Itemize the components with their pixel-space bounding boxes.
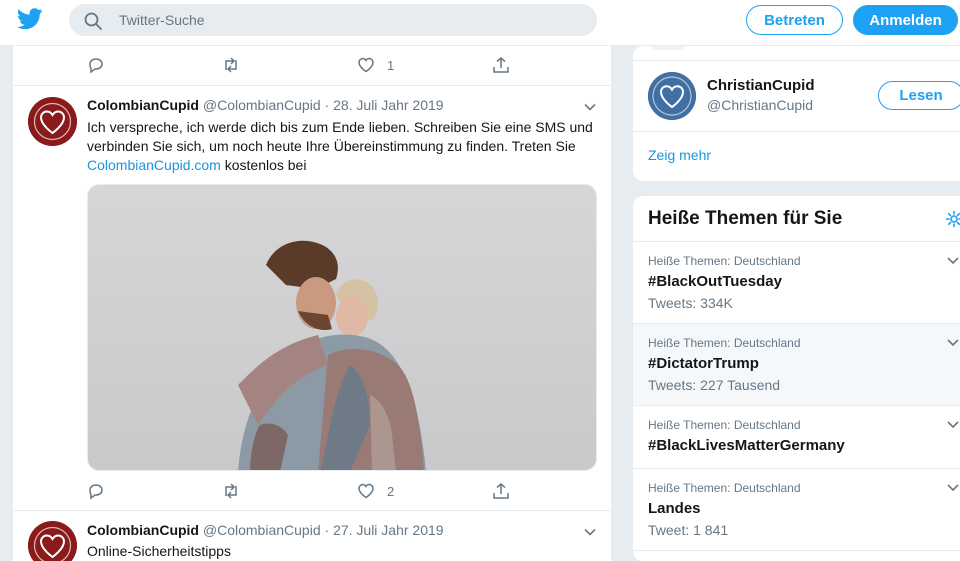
account-handle: @ChristianCupid xyxy=(707,97,814,113)
couple-photo xyxy=(88,185,596,470)
tweet[interactable]: ColombianCupid @ColombianCupid · 28. Jul… xyxy=(13,86,611,511)
who-to-follow-card: ChristianCupid @ChristianCupid Lesen Zei… xyxy=(633,46,960,181)
retweet-button[interactable] xyxy=(222,482,357,500)
gear-icon[interactable] xyxy=(945,210,960,228)
chevron-down-icon[interactable] xyxy=(946,255,960,267)
chevron-down-icon[interactable] xyxy=(946,419,960,431)
tweet-actions: 1 xyxy=(87,56,611,74)
heart-icon xyxy=(358,483,374,499)
trend-name[interactable]: #BlackLivesMatterGermany xyxy=(648,437,845,454)
tweet[interactable]: ColombianCupid @ColombianCupid · 27. Jul… xyxy=(13,511,611,561)
avatar[interactable] xyxy=(28,97,77,146)
heart-icon xyxy=(358,57,374,73)
show-more-link[interactable]: Zeig mehr xyxy=(648,147,711,163)
tweet-header: ColombianCupid @ColombianCupid · 27. Jul… xyxy=(87,522,444,538)
trend-count: Tweets: 334K xyxy=(648,295,733,311)
tweet-image[interactable] xyxy=(87,184,597,471)
trend-context: Heiße Themen: Deutschland xyxy=(648,418,801,432)
user-handle[interactable]: @ColombianCupid xyxy=(203,97,321,113)
trend-context: Heiße Themen: Deutschland xyxy=(648,336,801,350)
heart-logo-icon xyxy=(28,521,77,561)
tweet-text: Ich verspreche, ich werde dich bis zum E… xyxy=(87,119,593,173)
trend-item[interactable]: Heiße Themen: Deutschland #DictatorTrump… xyxy=(633,323,960,405)
reply-button[interactable] xyxy=(87,482,222,500)
trend-item[interactable]: Heiße Themen: Deutschland #BlackOutTuesd… xyxy=(633,241,960,323)
like-count: 1 xyxy=(387,57,395,73)
trend-name[interactable]: #BlackOutTuesday xyxy=(648,273,782,290)
tweet-text: Online-Sicherheitstipps xyxy=(87,543,231,559)
like-button[interactable]: 2 xyxy=(357,482,492,500)
tweet-header: ColombianCupid @ColombianCupid · 28. Jul… xyxy=(87,97,444,113)
separator: · xyxy=(324,97,330,113)
user-name[interactable]: ColombianCupid xyxy=(87,522,199,538)
trend-name[interactable]: Landes xyxy=(648,500,701,517)
reply-icon xyxy=(89,58,103,74)
follow-button[interactable]: Lesen xyxy=(878,81,960,110)
signup-button[interactable]: Anmelden xyxy=(853,5,958,35)
trend-count: Tweets: 227 Tausend xyxy=(648,377,781,393)
like-button[interactable]: 1 xyxy=(357,56,492,74)
heart-logo-icon xyxy=(28,97,77,146)
share-button[interactable] xyxy=(492,56,611,74)
timeline: 1 ColombianCupid @ColombianCupid · 28. J… xyxy=(12,46,612,561)
retweet-button[interactable] xyxy=(222,56,357,74)
tweet-actions: 2 xyxy=(87,482,611,500)
user-name[interactable]: ColombianCupid xyxy=(87,97,199,113)
trend-name[interactable]: #DictatorTrump xyxy=(648,355,759,372)
divider xyxy=(633,550,960,551)
trend-item[interactable]: Heiße Themen: Deutschland Landes Tweet: … xyxy=(633,468,960,550)
divider xyxy=(633,131,960,132)
suggested-account[interactable]: ChristianCupid @ChristianCupid Lesen xyxy=(633,61,960,131)
trend-item[interactable]: Heiße Themen: Deutschland #BlackLivesMat… xyxy=(633,405,960,468)
account-name[interactable]: ChristianCupid xyxy=(707,77,815,94)
share-icon xyxy=(493,483,509,499)
top-bar: Betreten Anmelden xyxy=(0,0,960,46)
previous-avatar-fragment xyxy=(648,46,688,50)
chevron-down-icon[interactable] xyxy=(946,337,960,349)
twitter-bird-icon[interactable] xyxy=(17,8,43,30)
reply-button[interactable] xyxy=(87,56,222,74)
avatar[interactable] xyxy=(648,72,696,120)
like-count: 2 xyxy=(387,483,395,499)
user-handle[interactable]: @ColombianCupid xyxy=(203,522,321,538)
trend-context: Heiße Themen: Deutschland xyxy=(648,254,801,268)
chevron-down-icon[interactable] xyxy=(946,482,960,494)
retweet-icon xyxy=(225,57,237,73)
tweet-date[interactable]: 28. Juli Jahr 2019 xyxy=(333,97,444,113)
avatar[interactable] xyxy=(28,521,77,561)
trend-context: Heiße Themen: Deutschland xyxy=(648,481,801,495)
search-box[interactable] xyxy=(69,4,597,36)
reply-icon xyxy=(89,484,103,500)
trend-count: Tweet: 1 841 xyxy=(648,522,729,538)
search-input[interactable] xyxy=(119,4,579,36)
separator: · xyxy=(324,522,330,538)
trends-title: Heiße Themen für Sie xyxy=(648,208,843,229)
retweet-icon xyxy=(225,483,237,499)
tweet-link[interactable]: ColombianCupid.com xyxy=(87,157,221,173)
chevron-down-icon[interactable] xyxy=(583,100,597,114)
share-button[interactable] xyxy=(492,482,611,500)
chevron-down-icon[interactable] xyxy=(583,525,597,539)
tweet-date[interactable]: 27. Juli Jahr 2019 xyxy=(333,522,444,538)
heart-logo-icon xyxy=(648,72,696,120)
search-icon xyxy=(84,12,102,30)
trends-card: Heiße Themen für Sie Heiße Themen: Deuts… xyxy=(633,196,960,561)
login-button[interactable]: Betreten xyxy=(746,5,843,35)
share-icon xyxy=(493,57,509,73)
